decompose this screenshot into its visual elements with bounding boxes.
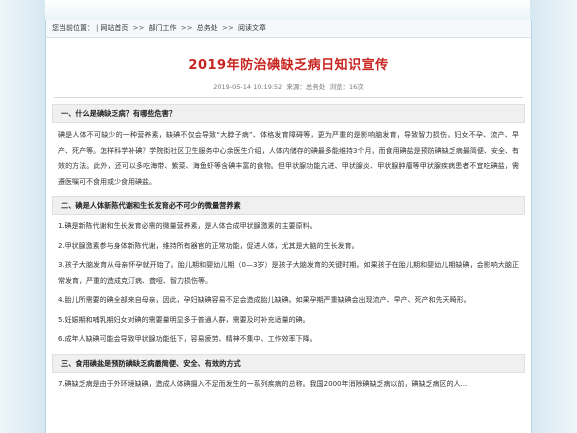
article-meta: 2019-05-14 10:19:52 来源：总务处 浏览：16次	[46, 81, 531, 91]
breadcrumb-separator: |	[96, 24, 99, 32]
section-2-paragraph-6: 6.成年人缺碘可能会导致甲状腺功能低下，容易疲劳、精神不集中、工作效率下降。	[58, 335, 317, 343]
page-background-right	[530, 0, 577, 433]
section-2-paragraph-2: 2.甲状腺激素参与身体新陈代谢，维持所有器官的正常功能，促进人体，尤其是大脑的生…	[58, 241, 359, 250]
section-2-paragraph-1: 1.碘是新陈代谢和生长发育必需的微量营养素，是人体合成甲状腺激素的主要原料。	[58, 222, 317, 230]
section-heading-2: 二、碘是人体新陈代谢和生长发育必不可少的微量营养素	[52, 196, 525, 215]
section-heading-1: 一、什么是碘缺乏病？有哪些危害？	[52, 104, 525, 123]
breadcrumb-link-home[interactable]: 网站首页	[100, 24, 128, 32]
section-3-paragraph-1: 7.碘缺乏病是由于外环境缺碘，造成人体碘摄入不足而发生的一系列疾病的总称。我国2…	[58, 379, 468, 388]
breadcrumb-link-department[interactable]: 部门工作	[149, 24, 177, 32]
section-2-paragraph-4: 4.胎儿所需要的碘全部来自母亲，因此，孕妇缺碘容易不足会造成胎儿缺碘。如果孕期严…	[58, 296, 471, 304]
breadcrumb-prefix: 您当前位置：	[52, 24, 94, 32]
breadcrumb-link-general-affairs[interactable]: 总务处	[197, 24, 218, 32]
page-background-left	[0, 0, 45, 433]
section-1-paragraph: 碘是人体不可缺少的一种营养素，缺碘不仅会导致“大脖子病”、体格发育障碍等，更为严…	[58, 131, 519, 186]
title-divider	[54, 97, 523, 98]
breadcrumb: 您当前位置： | 网站首页 >> 部门工作 >> 总务处 >> 阅读文章	[46, 20, 531, 38]
article-source: 来源：总务处	[286, 83, 326, 91]
breadcrumb-current: 阅读文章	[237, 24, 266, 32]
article-frame: 您当前位置： | 网站首页 >> 部门工作 >> 总务处 >> 阅读文章 2019年…	[45, 20, 532, 433]
article-views: 浏览：16次	[329, 83, 364, 91]
breadcrumb-separator: >>	[180, 24, 193, 32]
section-heading-3: 三、食用碘盐是预防碘缺乏病最简便、安全、有效的方式	[52, 353, 525, 373]
breadcrumb-separator: >>	[132, 24, 145, 32]
section-2-paragraph-3: 3.孩子大脑发育从母亲怀孕就开始了。胎儿期和婴幼儿期（0—3岁）是孩子大脑发育的…	[58, 261, 519, 285]
section-2-paragraph-5: 5.妊娠期和哺乳期妇女对碘的需要量明显多于普通人群，需要及时补充适量的碘。	[58, 315, 310, 324]
article-title: 2019年防治碘缺乏病日知识宣传	[188, 58, 389, 73]
article-date: 2019-05-14 10:19:52	[213, 83, 283, 91]
breadcrumb-separator: >>	[222, 24, 234, 32]
